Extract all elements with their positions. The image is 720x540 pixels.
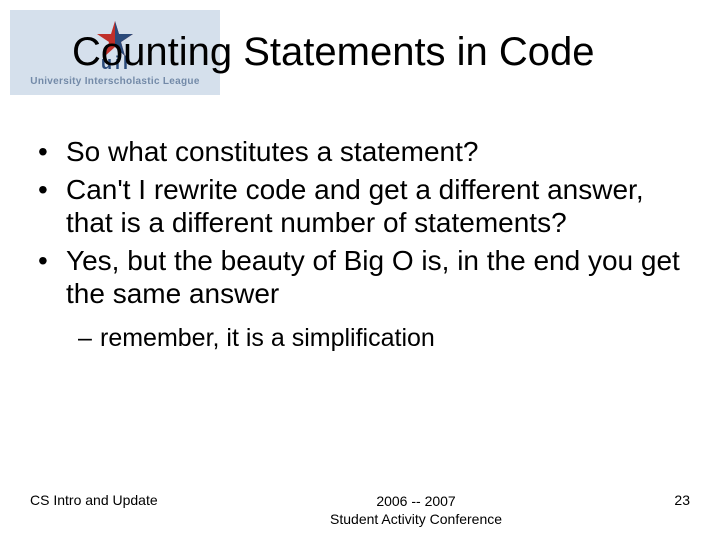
bullet-marker: •: [38, 173, 66, 240]
footer-event: Student Activity Conference: [330, 510, 502, 528]
slide-footer: CS Intro and Update 2006 -- 2007 Student…: [0, 492, 720, 528]
page-number: 23: [674, 492, 690, 508]
bullet-marker: •: [38, 135, 66, 169]
logo-org-text: University Interscholastic League: [30, 76, 199, 87]
sub-bullet-marker: –: [78, 323, 100, 353]
bullet-item: • So what constitutes a statement?: [38, 135, 690, 169]
sub-bullet-text: remember, it is a simplification: [100, 323, 435, 353]
bullet-marker: •: [38, 244, 66, 311]
bullet-item: • Yes, but the beauty of Big O is, in th…: [38, 244, 690, 311]
bullet-text: Yes, but the beauty of Big O is, in the …: [66, 244, 690, 311]
footer-date: 2006 -- 2007: [330, 492, 502, 510]
bullet-item: • Can't I rewrite code and get a differe…: [38, 173, 690, 240]
slide-content: • So what constitutes a statement? • Can…: [38, 135, 690, 353]
bullet-text: Can't I rewrite code and get a different…: [66, 173, 690, 240]
footer-left: CS Intro and Update: [30, 492, 158, 508]
bullet-text: So what constitutes a statement?: [66, 135, 690, 169]
sub-bullet-item: – remember, it is a simplification: [78, 323, 690, 353]
slide-title: Counting Statements in Code: [72, 30, 595, 75]
footer-center: 2006 -- 2007 Student Activity Conference: [330, 492, 502, 528]
